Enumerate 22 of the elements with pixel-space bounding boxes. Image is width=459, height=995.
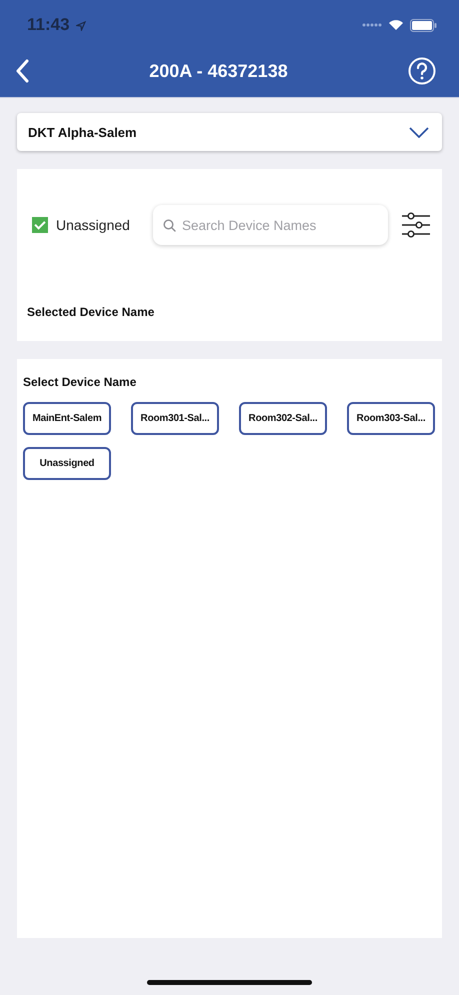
search-field[interactable]: Search Device Names — [182, 218, 378, 232]
filter-sliders-icon[interactable] — [402, 212, 430, 238]
device-chip[interactable]: Room303-Sal... — [347, 402, 435, 435]
back-icon[interactable] — [15, 59, 29, 83]
checkbox-label: Unassigned — [56, 217, 130, 233]
wifi-icon — [388, 19, 404, 31]
battery-icon — [410, 18, 437, 32]
search-icon — [163, 218, 176, 232]
device-chip[interactable]: Unassigned — [23, 447, 111, 480]
section-title: Select Device Name — [23, 375, 138, 389]
screen-title: 200A - 46372138 — [148, 60, 289, 82]
device-chip[interactable]: MainEnt-Salem — [23, 402, 111, 435]
status-time: 11:43 — [27, 15, 70, 35]
location-arrow-icon — [76, 21, 86, 31]
help-icon[interactable] — [408, 57, 436, 85]
site-dropdown[interactable]: DKT Alpha-Salem — [17, 113, 442, 151]
signal-dots-icon — [362, 23, 382, 27]
device-chip[interactable]: Room302-Sal... — [239, 402, 327, 435]
checkbox[interactable] — [32, 217, 48, 233]
device-chip[interactable]: Room301-Sal... — [131, 402, 219, 435]
chevron-down-icon — [409, 126, 429, 138]
section-title: Selected Device Name — [27, 305, 156, 319]
